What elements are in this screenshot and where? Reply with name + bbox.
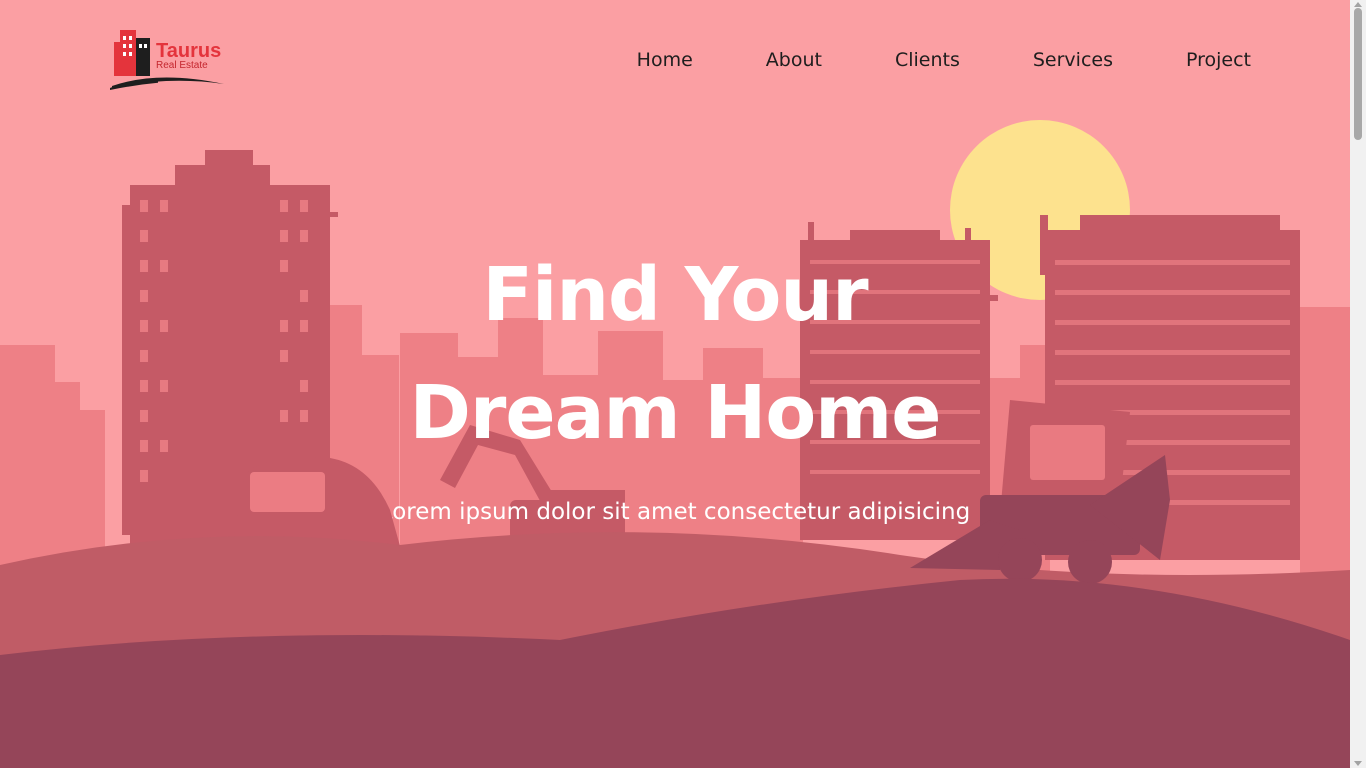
page-scrollbar[interactable] <box>1350 0 1366 768</box>
main-navigation: Home About Clients Services Project <box>564 46 1251 74</box>
hero-title-line-2: Dream Home <box>409 370 942 456</box>
nav-link-services[interactable]: Services <box>1033 46 1113 74</box>
scroll-down-icon[interactable] <box>1354 761 1362 766</box>
site-header: Taurus Real Estate Home About Clients Se… <box>0 0 1350 120</box>
hero-description-text: Lorem ipsum dolor sit amet consectetur a… <box>379 499 971 550</box>
nav-link-about[interactable]: About <box>766 46 822 74</box>
hero-title-line-1: Find Your <box>482 252 868 338</box>
brand-subtitle: Real Estate <box>156 60 208 71</box>
scroll-up-icon[interactable] <box>1354 2 1362 7</box>
nav-link-project[interactable]: Project <box>1186 46 1251 74</box>
hero-title: Find Your Dream Home <box>0 236 1350 472</box>
hero-description: Lorem ipsum dolor sit amet consectetur a… <box>0 494 1350 561</box>
nav-link-home[interactable]: Home <box>637 46 693 74</box>
scrollbar-thumb[interactable] <box>1354 8 1362 140</box>
brand-logo[interactable]: Taurus Real Estate <box>108 26 228 92</box>
nav-link-clients[interactable]: Clients <box>895 46 960 74</box>
landing-page: Taurus Real Estate Home About Clients Se… <box>0 0 1350 768</box>
